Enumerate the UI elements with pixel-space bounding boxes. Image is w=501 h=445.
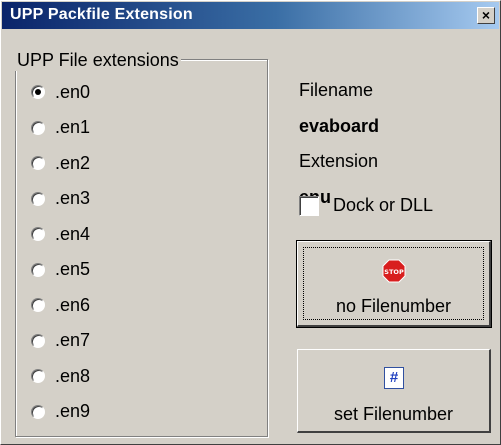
set-filenumber-button[interactable]: # set Filenumber [297, 349, 491, 433]
extension-label: Extension [299, 151, 379, 171]
radio-button[interactable] [31, 85, 45, 99]
radio-label: .en2 [55, 152, 91, 173]
close-icon: × [481, 7, 491, 23]
no-filenumber-button[interactable]: STOP no Filenumber [296, 240, 492, 328]
stop-sign-text: STOP [384, 268, 404, 276]
dock-or-dll-checkbox[interactable] [299, 195, 319, 216]
no-filenumber-label: no Filenumber [335, 296, 452, 316]
radio-button[interactable] [31, 369, 45, 383]
radio-option-en0[interactable]: .en0 [31, 79, 90, 105]
radio-option-en9[interactable]: .en9 [31, 399, 90, 425]
radio-option-en8[interactable]: .en8 [31, 363, 90, 389]
filename-value: evaboard [299, 116, 380, 136]
radio-label: .en0 [55, 81, 91, 102]
radio-option-en4[interactable]: .en4 [31, 221, 90, 247]
radio-label: .en6 [55, 294, 91, 315]
title-bar[interactable]: UPP Packfile Extension × [2, 2, 499, 29]
radio-button[interactable] [31, 298, 45, 312]
radio-button[interactable] [31, 404, 45, 419]
radio-label: .en1 [55, 117, 91, 137]
radio-label: .en7 [55, 330, 91, 350]
radio-label: .en4 [55, 223, 91, 244]
radio-option-en3[interactable]: .en3 [31, 186, 90, 212]
radio-label: .en3 [55, 188, 91, 208]
radio-option-en7[interactable]: .en7 [31, 328, 90, 354]
filename-label: Filename [299, 80, 374, 100]
set-filenumber-label: set Filenumber [333, 404, 454, 424]
radio-option-en1[interactable]: .en1 [31, 115, 90, 141]
radio-button[interactable] [31, 262, 45, 277]
radio-label: .en8 [55, 365, 91, 386]
radio-button[interactable] [31, 227, 45, 241]
radio-label: .en5 [55, 259, 91, 279]
hash-document-icon: # [384, 367, 404, 389]
dock-or-dll-label: Dock or DLL [333, 195, 434, 215]
window-title: UPP Packfile Extension [10, 6, 193, 23]
radio-label: .en9 [55, 401, 91, 421]
radio-button[interactable] [31, 156, 45, 170]
radio-button[interactable] [31, 191, 45, 206]
radio-button[interactable] [31, 333, 45, 348]
group-legend: UPP File extensions [15, 49, 181, 71]
stop-sign-icon: STOP [382, 259, 406, 283]
dialog-window: UPP Packfile Extension × UPP File extens… [0, 0, 501, 445]
radio-option-en5[interactable]: .en5 [31, 257, 90, 283]
radio-option-en2[interactable]: .en2 [31, 150, 90, 176]
close-button[interactable]: × [477, 7, 495, 24]
radio-option-en6[interactable]: .en6 [31, 292, 90, 318]
dock-or-dll-checkbox-row[interactable]: Dock or DLL [299, 195, 433, 216]
radio-button[interactable] [31, 120, 45, 135]
